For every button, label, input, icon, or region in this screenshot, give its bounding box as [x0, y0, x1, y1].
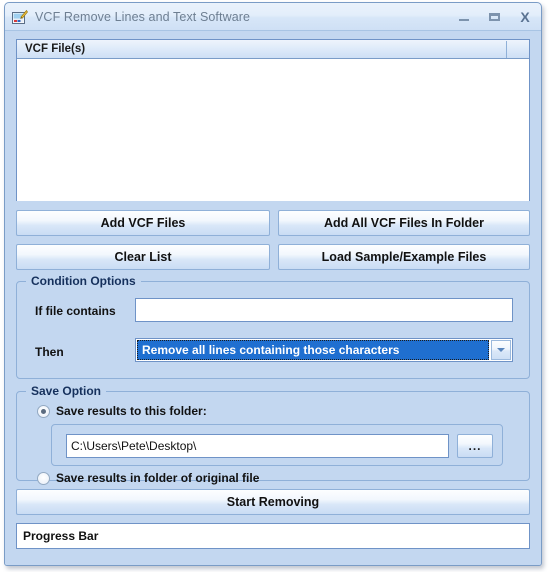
- radio-save-to-this-folder-label: Save results to this folder:: [56, 404, 207, 418]
- radio-save-to-this-folder[interactable]: Save results to this folder:: [37, 404, 207, 418]
- if-file-contains-label: If file contains: [35, 304, 116, 318]
- add-all-vcf-files-in-folder-button[interactable]: Add All VCF Files In Folder: [278, 210, 530, 236]
- file-list-body[interactable]: [17, 59, 529, 201]
- radio-save-in-original-folder-indicator[interactable]: [37, 471, 50, 485]
- then-action-selected-value: Remove all lines containing those charac…: [137, 340, 489, 360]
- condition-options-group: Condition Options If file contains Then …: [16, 274, 530, 379]
- condition-options-group-title: Condition Options: [26, 274, 141, 288]
- load-sample-example-files-button[interactable]: Load Sample/Example Files: [278, 244, 530, 270]
- application-window: VCF Remove Lines and Text Software X VCF…: [4, 2, 542, 566]
- minimize-button[interactable]: [457, 9, 473, 25]
- column-divider[interactable]: [506, 41, 507, 58]
- file-list-header[interactable]: VCF File(s): [17, 40, 529, 59]
- start-removing-button[interactable]: Start Removing: [16, 489, 530, 515]
- then-label: Then: [35, 345, 64, 359]
- radio-save-to-this-folder-indicator[interactable]: [37, 404, 50, 418]
- progress-bar: Progress Bar: [16, 523, 530, 549]
- vcf-file-list[interactable]: VCF File(s): [16, 39, 530, 201]
- folder-path-panel: C:\Users\Pete\Desktop\ ...: [51, 424, 503, 466]
- save-option-group-title: Save Option: [26, 384, 107, 398]
- window-controls: X: [457, 3, 533, 31]
- close-button[interactable]: X: [517, 9, 533, 25]
- title-bar[interactable]: VCF Remove Lines and Text Software X: [5, 3, 541, 31]
- maximize-button[interactable]: [487, 9, 503, 25]
- radio-save-in-original-folder-label: Save results in folder of original file: [56, 471, 260, 485]
- client-area: VCF File(s) Add VCF Files Add All VCF Fi…: [5, 31, 541, 565]
- chevron-down-icon[interactable]: [491, 340, 511, 360]
- folder-path-input[interactable]: C:\Users\Pete\Desktop\: [66, 434, 449, 458]
- progress-bar-label: Progress Bar: [23, 529, 99, 543]
- file-list-column-header: VCF File(s): [25, 43, 86, 55]
- window-title: VCF Remove Lines and Text Software: [35, 9, 251, 24]
- save-option-group: Save Option Save results to this folder:…: [16, 384, 530, 485]
- add-vcf-files-button[interactable]: Add VCF Files: [16, 210, 270, 236]
- clear-list-button[interactable]: Clear List: [16, 244, 270, 270]
- app-paint-icon: [12, 9, 28, 25]
- radio-save-in-original-folder[interactable]: Save results in folder of original file: [37, 471, 259, 485]
- browse-folder-button[interactable]: ...: [457, 434, 493, 458]
- then-action-dropdown[interactable]: Remove all lines containing those charac…: [135, 338, 513, 362]
- if-file-contains-input[interactable]: [135, 298, 513, 322]
